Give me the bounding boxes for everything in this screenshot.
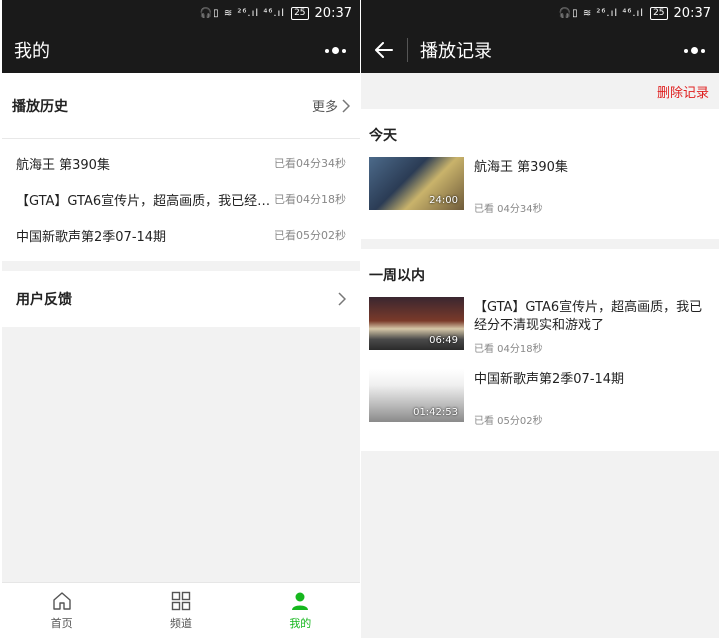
chevron-right-icon [338, 292, 346, 306]
tab-channels[interactable]: 频道 [121, 583, 240, 638]
history-item[interactable]: 【GTA】GTA6宣传片，超高画质，我已经分不清现实和游戏了 已看04分18秒 [2, 181, 360, 217]
back-button[interactable] [361, 27, 407, 73]
grid-icon [171, 591, 191, 610]
more-options-icon[interactable] [325, 47, 346, 54]
arrow-left-icon [375, 42, 393, 58]
history-list: 航海王 第390集 已看04分34秒 【GTA】GTA6宣传片，超高画质，我已经… [2, 139, 360, 261]
record-group-week: 一周以内 06:49 【GTA】GTA6宣传片，超高画质，我已经分不清现实和游戏… [361, 249, 719, 451]
feedback-label: 用户反馈 [16, 292, 72, 308]
more-label: 更多 [311, 100, 338, 115]
more-options-icon[interactable] [684, 47, 705, 54]
feedback-row[interactable]: 用户反馈 [2, 271, 360, 327]
video-duration: 01:42:53 [413, 407, 458, 418]
page-title: 我的 [14, 41, 50, 62]
history-item-progress: 已看04分18秒 [274, 193, 346, 206]
app-bar: 我的 [2, 27, 360, 73]
record-item[interactable]: 06:49 【GTA】GTA6宣传片，超高画质，我已经分不清现实和游戏了 已看 … [369, 297, 711, 359]
video-duration: 24:00 [429, 195, 458, 206]
video-title: 【GTA】GTA6宣传片，超高画质，我已经分不清现实和游戏了 [474, 300, 703, 333]
page-title: 播放记录 [420, 41, 492, 62]
record-item[interactable]: 24:00 航海王 第390集 已看 04分34秒 [369, 157, 711, 219]
video-thumbnail: 24:00 [369, 157, 464, 210]
watch-progress: 已看 04分18秒 [474, 344, 543, 355]
history-item-name: 中国新歌声第2季07-14期 [16, 229, 167, 245]
status-icons: 🎧▯ ≋ ²⁶.ıl ⁴⁶.ıl [558, 8, 645, 19]
history-item-progress: 已看05分02秒 [274, 229, 346, 242]
home-icon [52, 591, 71, 610]
status-icons: 🎧▯ ≋ ²⁶.ıl ⁴⁶.ıl [199, 8, 286, 19]
video-duration: 06:49 [429, 335, 458, 346]
tab-home[interactable]: 首页 [2, 583, 121, 638]
tab-mine[interactable]: 我的 [241, 583, 360, 638]
watch-progress: 已看 05分02秒 [474, 416, 543, 427]
history-item-name: 航海王 第390集 [16, 157, 110, 173]
record-group-today: 今天 24:00 航海王 第390集 已看 04分34秒 [361, 109, 719, 239]
app-bar: 播放记录 [361, 27, 719, 73]
group-title: 一周以内 [369, 268, 425, 284]
history-item[interactable]: 中国新歌声第2季07-14期 已看05分02秒 [2, 217, 360, 253]
delete-records-button[interactable]: 删除记录 [657, 82, 709, 101]
status-time: 20:37 [314, 6, 352, 21]
record-item[interactable]: 01:42:53 中国新歌声第2季07-14期 已看 05分02秒 [369, 369, 711, 431]
history-item-name: 【GTA】GTA6宣传片，超高画质，我已经分不清现实和游戏了 [16, 193, 274, 209]
video-title: 中国新歌声第2季07-14期 [474, 372, 625, 387]
tab-home-label: 首页 [50, 616, 73, 630]
tab-mine-label: 我的 [289, 616, 312, 630]
video-thumbnail: 01:42:53 [369, 369, 464, 422]
video-title: 航海王 第390集 [474, 160, 568, 175]
video-thumbnail: 06:49 [369, 297, 464, 350]
history-item[interactable]: 航海王 第390集 已看04分34秒 [2, 145, 360, 181]
title-divider [407, 38, 408, 62]
battery-icon: 25 [291, 7, 309, 20]
record-info: 中国新歌声第2季07-14期 已看 05分02秒 [474, 369, 711, 431]
my-screen: 🎧▯ ≋ ²⁶.ıl ⁴⁶.ıl 25 20:37 我的 播放历史 更多 航海王… [2, 0, 360, 638]
chevron-right-icon [342, 98, 350, 113]
history-section: 播放历史 更多 航海王 第390集 已看04分34秒 【GTA】GTA6宣传片，… [2, 73, 360, 261]
record-info: 航海王 第390集 已看 04分34秒 [474, 157, 711, 219]
status-time: 20:37 [673, 6, 711, 21]
history-more-link[interactable]: 更多 [312, 96, 350, 115]
battery-icon: 25 [650, 7, 668, 20]
history-header: 播放历史 更多 [2, 73, 360, 139]
bottom-tab-bar: 首页 频道 我的 [2, 582, 360, 638]
user-icon [292, 592, 309, 610]
play-record-screen: 🎧▯ ≋ ²⁶.ıl ⁴⁶.ıl 25 20:37 播放记录 删除记录 今天 2… [361, 0, 719, 638]
watch-progress: 已看 04分34秒 [474, 204, 543, 215]
status-bar: 🎧▯ ≋ ²⁶.ıl ⁴⁶.ıl 25 20:37 [2, 0, 360, 27]
status-bar: 🎧▯ ≋ ²⁶.ıl ⁴⁶.ıl 25 20:37 [361, 0, 719, 27]
tab-channels-label: 频道 [169, 616, 192, 630]
record-info: 【GTA】GTA6宣传片，超高画质，我已经分不清现实和游戏了 已看 04分18秒 [474, 297, 711, 359]
history-item-progress: 已看04分34秒 [274, 157, 346, 170]
history-label: 播放历史 [12, 98, 68, 115]
group-title: 今天 [369, 128, 397, 144]
record-toolbar: 删除记录 [361, 73, 719, 109]
